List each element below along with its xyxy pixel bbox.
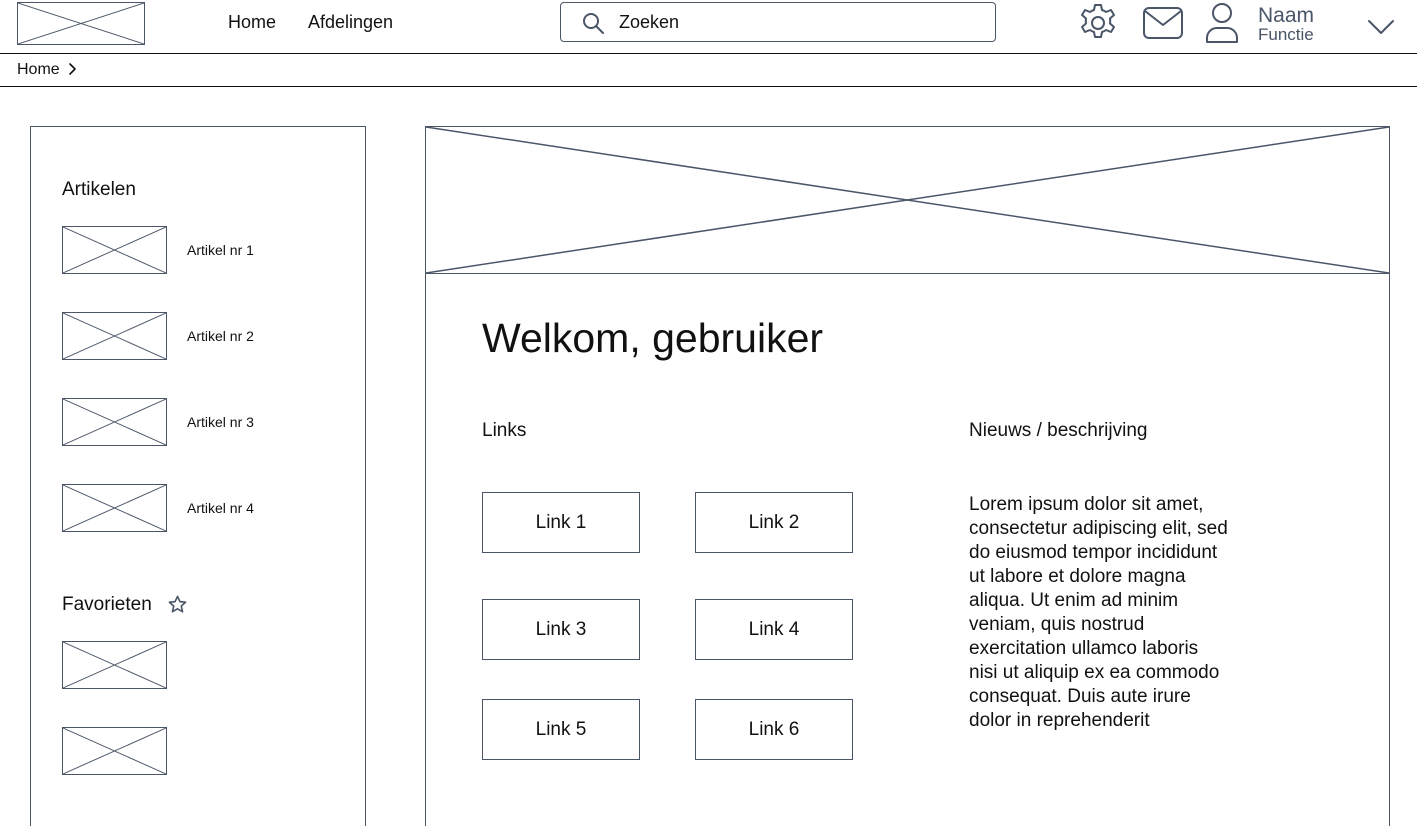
- favorite-thumbnail[interactable]: [62, 641, 167, 689]
- article-thumbnail[interactable]: [62, 398, 167, 446]
- breadcrumb-home[interactable]: Home: [17, 61, 60, 79]
- article-link-3[interactable]: Artikel nr 3: [187, 414, 254, 430]
- article-link-2[interactable]: Artikel nr 2: [187, 328, 254, 344]
- logo-placeholder[interactable]: [17, 2, 145, 45]
- article-thumbnail[interactable]: [62, 226, 167, 274]
- search-bar[interactable]: [560, 2, 996, 42]
- user-role: Functie: [1258, 25, 1314, 44]
- link-4-button[interactable]: Link 4: [695, 599, 853, 660]
- hero-image-placeholder: [426, 127, 1389, 274]
- link-6-button[interactable]: Link 6: [695, 699, 853, 760]
- sidebar: Artikelen Artikel nr 1 Artikel nr 2 Arti…: [30, 126, 366, 826]
- links-title: Links: [482, 420, 527, 441]
- nav-departments-link[interactable]: Afdelingen: [308, 12, 393, 33]
- nav-home-link[interactable]: Home: [228, 12, 276, 33]
- article-thumbnail[interactable]: [62, 484, 167, 532]
- user-icon[interactable]: [1204, 2, 1240, 44]
- favorite-thumbnail[interactable]: [62, 727, 167, 775]
- link-3-button[interactable]: Link 3: [482, 599, 640, 660]
- top-bar: Home Afdelingen Naam Functie: [0, 0, 1417, 54]
- article-link-1[interactable]: Artikel nr 1: [187, 242, 254, 258]
- favorites-title: Favorieten: [62, 594, 152, 615]
- news-description: Lorem ipsum dolor sit amet, consectetur …: [969, 494, 1228, 731]
- page-title: Welkom, gebruiker: [482, 315, 824, 361]
- chevron-down-icon[interactable]: [1367, 18, 1395, 36]
- gear-icon[interactable]: [1077, 2, 1119, 44]
- search-input[interactable]: [619, 9, 979, 35]
- search-icon[interactable]: [581, 11, 605, 35]
- article-thumbnail[interactable]: [62, 312, 167, 360]
- chevron-right-icon: [67, 62, 79, 76]
- news-title: Nieuws / beschrijving: [969, 420, 1148, 441]
- article-link-4[interactable]: Artikel nr 4: [187, 500, 254, 516]
- star-icon[interactable]: [168, 595, 187, 614]
- link-5-button[interactable]: Link 5: [482, 699, 640, 760]
- link-2-button[interactable]: Link 2: [695, 492, 853, 553]
- link-1-button[interactable]: Link 1: [482, 492, 640, 553]
- main-content: Welkom, gebruiker Links Nieuws / beschri…: [425, 126, 1390, 826]
- mail-icon[interactable]: [1142, 5, 1184, 41]
- breadcrumb: Home: [0, 54, 1417, 87]
- articles-title: Artikelen: [62, 179, 136, 200]
